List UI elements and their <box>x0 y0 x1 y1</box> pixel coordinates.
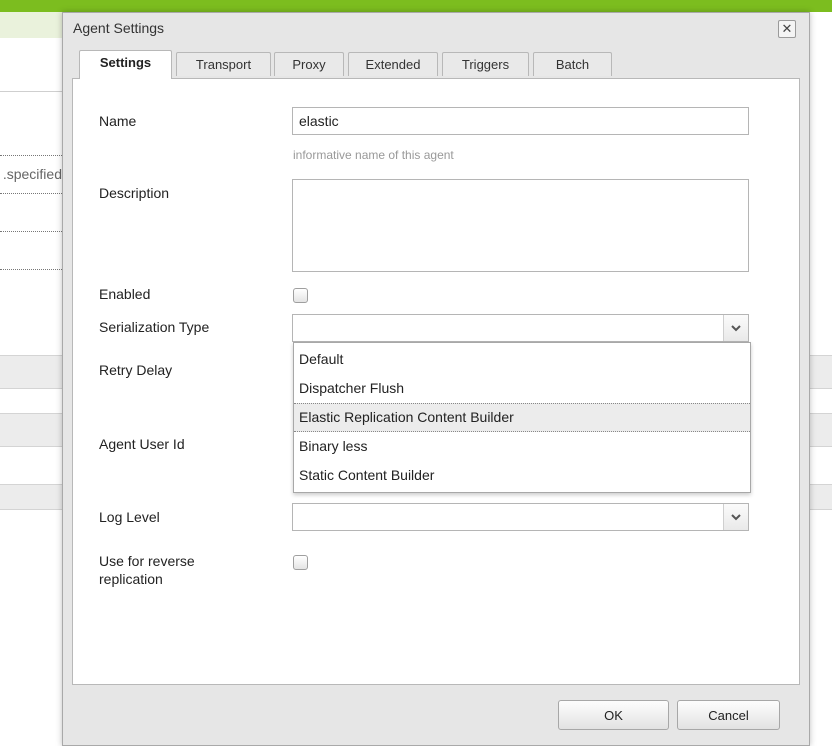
option-default[interactable]: Default <box>294 345 750 374</box>
description-label: Description <box>99 185 170 201</box>
name-hint: informative name of this agent <box>293 148 454 162</box>
enabled-checkbox[interactable] <box>293 288 308 303</box>
divider <box>0 155 64 156</box>
tab-proxy[interactable]: Proxy <box>274 52 344 76</box>
reverse-replication-label-line1: Use for reverse <box>99 553 195 569</box>
log-level-select[interactable] <box>292 503 749 531</box>
log-level-label: Log Level <box>99 509 160 525</box>
reverse-replication-label-line2: replication <box>99 571 163 587</box>
background-row <box>0 413 64 447</box>
divider <box>0 269 64 270</box>
agent-user-id-label: Agent User Id <box>99 436 185 452</box>
background-row <box>0 355 64 389</box>
background-row <box>0 484 64 510</box>
serialization-type-select[interactable] <box>292 314 749 342</box>
name-input[interactable] <box>292 107 749 135</box>
name-label: Name <box>99 113 137 129</box>
option-elastic-replication-content-builder[interactable]: Elastic Replication Content Builder <box>294 403 750 432</box>
retry-delay-label: Retry Delay <box>99 362 173 378</box>
background-row <box>808 355 832 389</box>
ok-button[interactable]: OK <box>558 700 669 730</box>
divider <box>0 91 64 92</box>
header-bar <box>0 0 832 12</box>
reverse-replication-checkbox[interactable] <box>293 555 308 570</box>
divider <box>0 231 64 232</box>
header-shadow <box>0 12 64 38</box>
cancel-button[interactable]: Cancel <box>677 700 780 730</box>
chevron-down-icon[interactable] <box>723 315 748 341</box>
tab-batch[interactable]: Batch <box>533 52 612 76</box>
option-dispatcher-flush[interactable]: Dispatcher Flush <box>294 374 750 403</box>
background-text: specified. <box>2 166 62 182</box>
divider <box>0 193 64 194</box>
description-textarea[interactable] <box>292 179 749 272</box>
serialization-type-dropdown: Default Dispatcher Flush Elastic Replica… <box>293 342 751 493</box>
dialog-titlebar[interactable]: Agent Settings ✕ <box>63 13 809 43</box>
dialog-title: Agent Settings <box>73 20 165 36</box>
tab-transport[interactable]: Transport <box>176 52 271 76</box>
option-binary-less[interactable]: Binary less <box>294 432 750 461</box>
option-static-content-builder[interactable]: Static Content Builder <box>294 461 750 490</box>
tab-settings[interactable]: Settings <box>79 50 172 79</box>
background-row <box>808 484 832 510</box>
tab-triggers[interactable]: Triggers <box>442 52 529 76</box>
serialization-type-label: Serialization Type <box>99 319 210 335</box>
background-row <box>808 413 832 447</box>
tab-extended[interactable]: Extended <box>348 52 438 76</box>
enabled-label: Enabled <box>99 286 151 302</box>
reverse-replication-label: Use for reverse replication <box>99 552 195 588</box>
close-icon[interactable]: ✕ <box>778 20 796 38</box>
chevron-down-icon[interactable] <box>723 504 748 530</box>
